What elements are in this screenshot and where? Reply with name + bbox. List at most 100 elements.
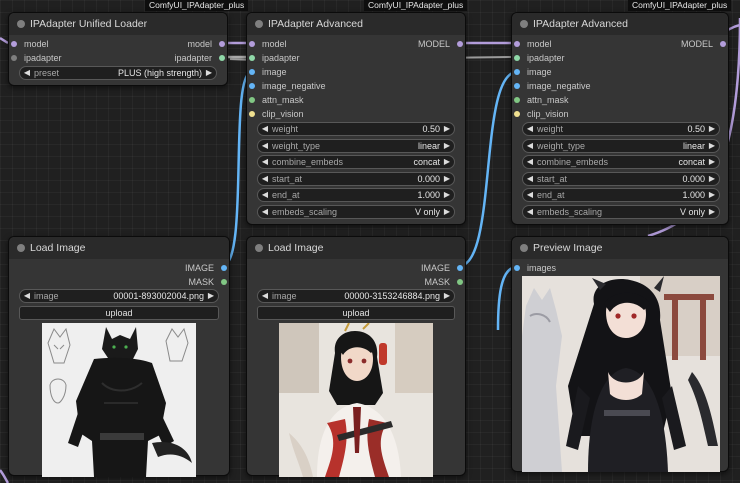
decrement-arrow-icon[interactable]: ◀ [22, 290, 32, 302]
input-slot-clip-vision[interactable]: clip_vision [512, 107, 569, 121]
slot-dot-icon[interactable] [514, 97, 520, 103]
decrement-arrow-icon[interactable]: ◀ [260, 123, 270, 135]
increment-arrow-icon[interactable]: ▶ [707, 140, 717, 152]
increment-arrow-icon[interactable]: ▶ [707, 156, 717, 168]
output-slot-model[interactable]: MODEL [418, 37, 465, 51]
input-slot-ipadapter[interactable]: ipadapter [512, 51, 565, 65]
decrement-arrow-icon[interactable]: ◀ [260, 173, 270, 185]
weight-type-combo[interactable]: ◀ weight_type linear ▶ [522, 139, 720, 153]
slot-dot-icon[interactable] [249, 83, 255, 89]
slot-dot-icon[interactable] [249, 97, 255, 103]
decrement-arrow-icon[interactable]: ◀ [260, 140, 270, 152]
combine-embeds-combo[interactable]: ◀ combine_embeds concat ▶ [522, 155, 720, 169]
output-slot-ipadapter[interactable]: ipadapter [174, 51, 227, 65]
input-slot-image[interactable]: image [512, 65, 552, 79]
input-slot-model[interactable]: model [9, 37, 49, 51]
slot-dot-icon[interactable] [720, 41, 726, 47]
input-slot-image-negative[interactable]: image_negative [247, 79, 326, 93]
node-title-bar[interactable]: Preview Image [512, 237, 728, 259]
output-slot-mask[interactable]: MASK [424, 275, 465, 289]
decrement-arrow-icon[interactable]: ◀ [260, 156, 270, 168]
node-title-bar[interactable]: IPAdapter Advanced [247, 13, 465, 35]
slot-dot-icon[interactable] [457, 41, 463, 47]
start-at-widget[interactable]: ◀ start_at 0.000 ▶ [257, 172, 455, 186]
input-slot-image[interactable]: image [247, 65, 287, 79]
collapse-dot-icon[interactable] [520, 244, 528, 252]
output-slot-mask[interactable]: MASK [188, 275, 229, 289]
slot-dot-icon[interactable] [514, 69, 520, 75]
decrement-arrow-icon[interactable]: ◀ [260, 189, 270, 201]
preset-combo[interactable]: ◀ preset PLUS (high strength) ▶ [19, 66, 217, 80]
collapse-dot-icon[interactable] [17, 244, 25, 252]
input-slot-ipadapter[interactable]: ipadapter [9, 51, 62, 65]
output-slot-model[interactable]: model [187, 37, 227, 51]
decrement-arrow-icon[interactable]: ◀ [525, 156, 535, 168]
increment-arrow-icon[interactable]: ▶ [707, 173, 717, 185]
collapse-dot-icon[interactable] [255, 20, 263, 28]
input-slot-ipadapter[interactable]: ipadapter [247, 51, 300, 65]
input-slot-clip-vision[interactable]: clip_vision [247, 107, 304, 121]
increment-arrow-icon[interactable]: ▶ [206, 290, 216, 302]
input-slot-images[interactable]: images [512, 261, 556, 275]
slot-dot-icon[interactable] [221, 265, 227, 271]
node-load-image-1[interactable]: Load Image IMAGE MASK ◀ image 00001-8930… [8, 236, 230, 477]
slot-dot-icon[interactable] [219, 41, 225, 47]
decrement-arrow-icon[interactable]: ◀ [260, 290, 270, 302]
node-preview-image[interactable]: Preview Image images [511, 236, 729, 472]
node-title-bar[interactable]: IPAdapter Advanced [512, 13, 728, 35]
decrement-arrow-icon[interactable]: ◀ [525, 206, 535, 218]
slot-dot-icon[interactable] [457, 279, 463, 285]
slot-dot-icon[interactable] [249, 41, 255, 47]
slot-dot-icon[interactable] [249, 55, 255, 61]
decrement-arrow-icon[interactable]: ◀ [525, 189, 535, 201]
slot-dot-icon[interactable] [457, 265, 463, 271]
increment-arrow-icon[interactable]: ▶ [204, 67, 214, 79]
input-slot-model[interactable]: model [512, 37, 552, 51]
increment-arrow-icon[interactable]: ▶ [442, 140, 452, 152]
slot-dot-icon[interactable] [514, 41, 520, 47]
increment-arrow-icon[interactable]: ▶ [442, 189, 452, 201]
increment-arrow-icon[interactable]: ▶ [707, 189, 717, 201]
increment-arrow-icon[interactable]: ▶ [442, 173, 452, 185]
node-ipadapter-unified-loader[interactable]: IPAdapter Unified Loader model ipadapter… [8, 12, 228, 86]
increment-arrow-icon[interactable]: ▶ [442, 290, 452, 302]
input-slot-image-negative[interactable]: image_negative [512, 79, 591, 93]
combine-embeds-combo[interactable]: ◀ combine_embeds concat ▶ [257, 155, 455, 169]
node-title-bar[interactable]: Load Image [247, 237, 465, 259]
weight-widget[interactable]: ◀ weight 0.50 ▶ [257, 122, 455, 136]
input-slot-attn-mask[interactable]: attn_mask [247, 93, 304, 107]
decrement-arrow-icon[interactable]: ◀ [525, 123, 535, 135]
start-at-widget[interactable]: ◀ start_at 0.000 ▶ [522, 172, 720, 186]
output-slot-image[interactable]: IMAGE [185, 261, 229, 275]
embeds-scaling-combo[interactable]: ◀ embeds_scaling V only ▶ [257, 205, 455, 219]
output-slot-image[interactable]: IMAGE [421, 261, 465, 275]
increment-arrow-icon[interactable]: ▶ [442, 123, 452, 135]
embeds-scaling-combo[interactable]: ◀ embeds_scaling V only ▶ [522, 205, 720, 219]
decrement-arrow-icon[interactable]: ◀ [525, 140, 535, 152]
upload-button[interactable]: upload [19, 306, 219, 320]
end-at-widget[interactable]: ◀ end_at 1.000 ▶ [257, 188, 455, 202]
slot-dot-icon[interactable] [514, 111, 520, 117]
increment-arrow-icon[interactable]: ▶ [707, 123, 717, 135]
slot-dot-icon[interactable] [514, 265, 520, 271]
slot-dot-icon[interactable] [11, 55, 17, 61]
image-file-combo[interactable]: ◀ image 00001-893002004.png ▶ [19, 289, 219, 303]
collapse-dot-icon[interactable] [17, 20, 25, 28]
node-ipadapter-advanced-2[interactable]: IPAdapter Advanced MODEL model ipadapter… [511, 12, 729, 225]
increment-arrow-icon[interactable]: ▶ [442, 206, 452, 218]
increment-arrow-icon[interactable]: ▶ [707, 206, 717, 218]
slot-dot-icon[interactable] [514, 83, 520, 89]
slot-dot-icon[interactable] [514, 55, 520, 61]
node-ipadapter-advanced-1[interactable]: IPAdapter Advanced MODEL model ipadapter… [246, 12, 466, 225]
slot-dot-icon[interactable] [249, 69, 255, 75]
increment-arrow-icon[interactable]: ▶ [442, 156, 452, 168]
upload-button[interactable]: upload [257, 306, 455, 320]
slot-dot-icon[interactable] [11, 41, 17, 47]
slot-dot-icon[interactable] [221, 279, 227, 285]
node-load-image-2[interactable]: Load Image IMAGE MASK ◀ image 00000-3153… [246, 236, 466, 477]
output-slot-model[interactable]: MODEL [681, 37, 728, 51]
input-slot-model[interactable]: model [247, 37, 287, 51]
collapse-dot-icon[interactable] [520, 20, 528, 28]
decrement-arrow-icon[interactable]: ◀ [22, 67, 32, 79]
node-title-bar[interactable]: IPAdapter Unified Loader [9, 13, 227, 35]
